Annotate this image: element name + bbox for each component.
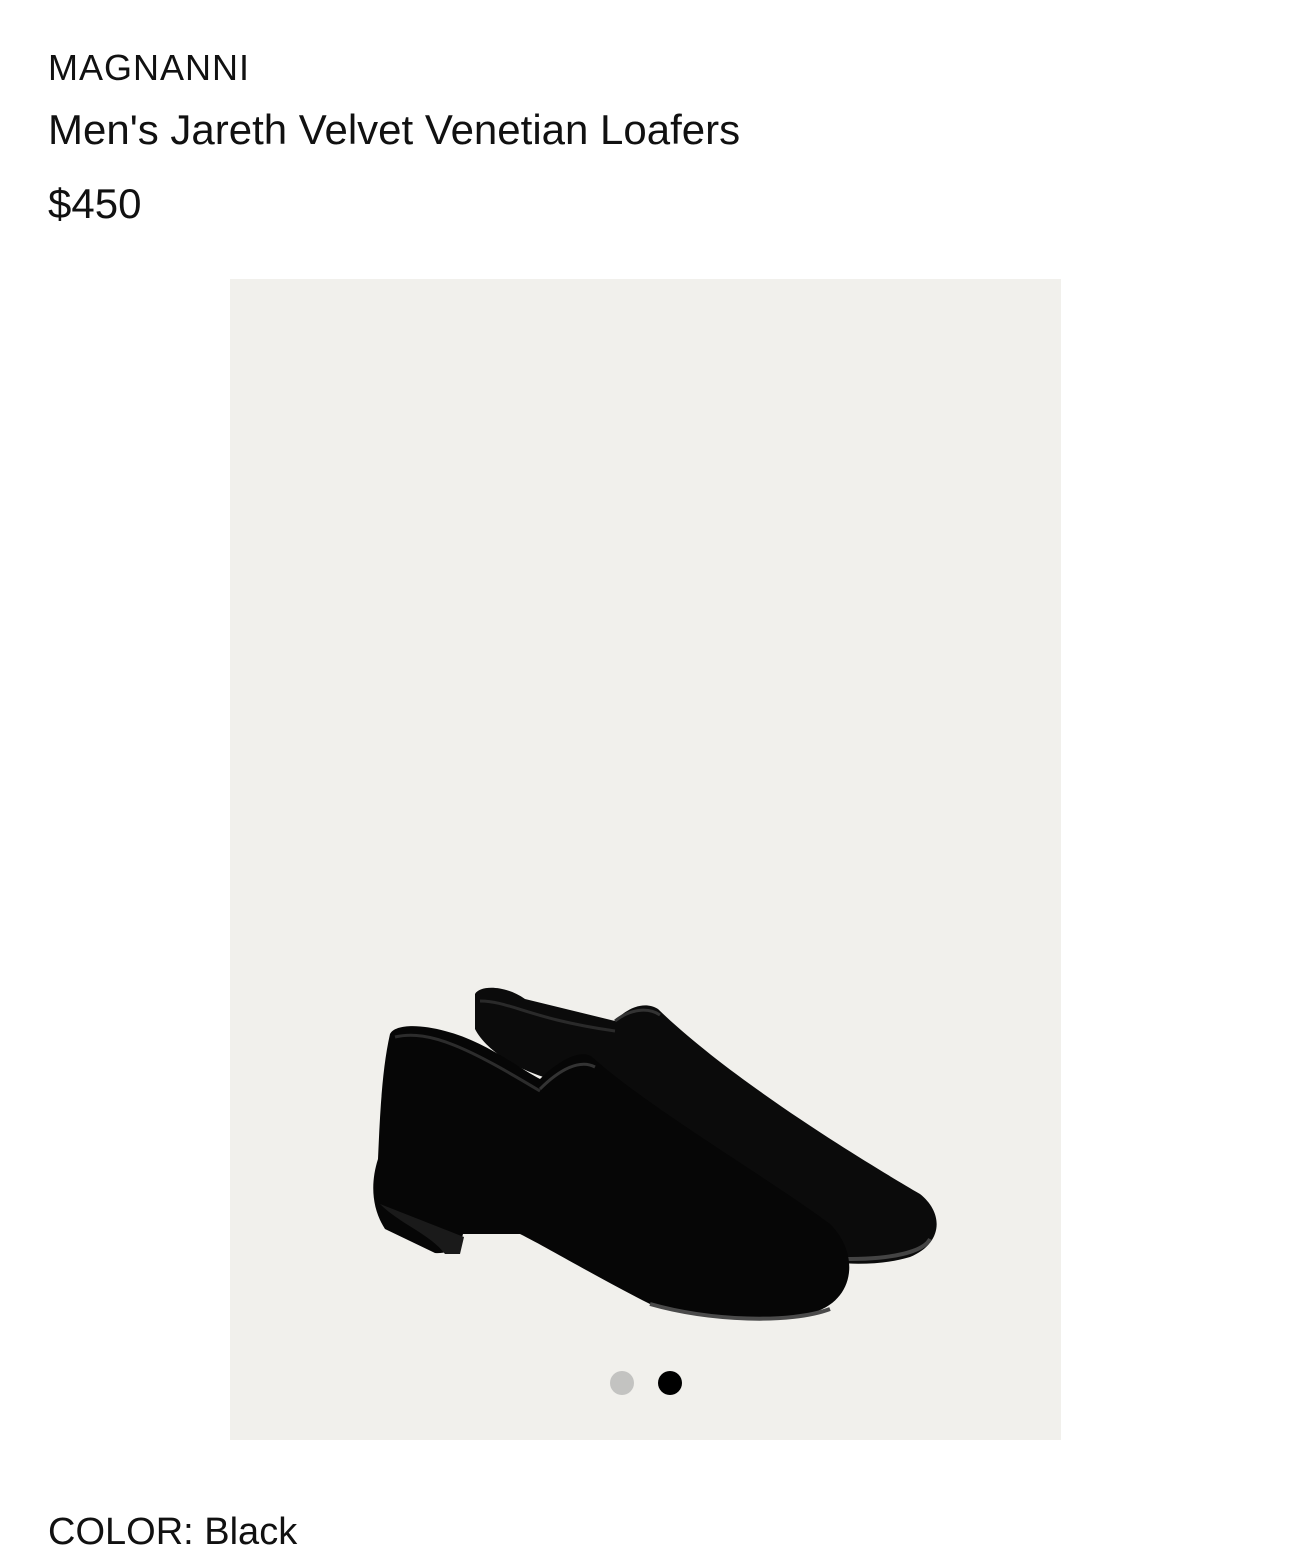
carousel-dot-1[interactable] — [609, 1371, 634, 1395]
product-price: $450 — [48, 180, 142, 227]
brand-name: MAGNANNI — [48, 47, 251, 88]
carousel-pagination — [230, 1371, 1061, 1395]
color-value: Black — [204, 1511, 298, 1553]
color-selection-label: COLOR: Black — [48, 1508, 297, 1556]
color-label: COLOR: — [48, 1511, 194, 1553]
product-image — [373, 987, 937, 1321]
carousel-dot-2[interactable] — [657, 1371, 682, 1395]
product-title: Men's Jareth Velvet Venetian Loafers — [48, 106, 741, 153]
product-image-carousel[interactable] — [230, 279, 1061, 1440]
